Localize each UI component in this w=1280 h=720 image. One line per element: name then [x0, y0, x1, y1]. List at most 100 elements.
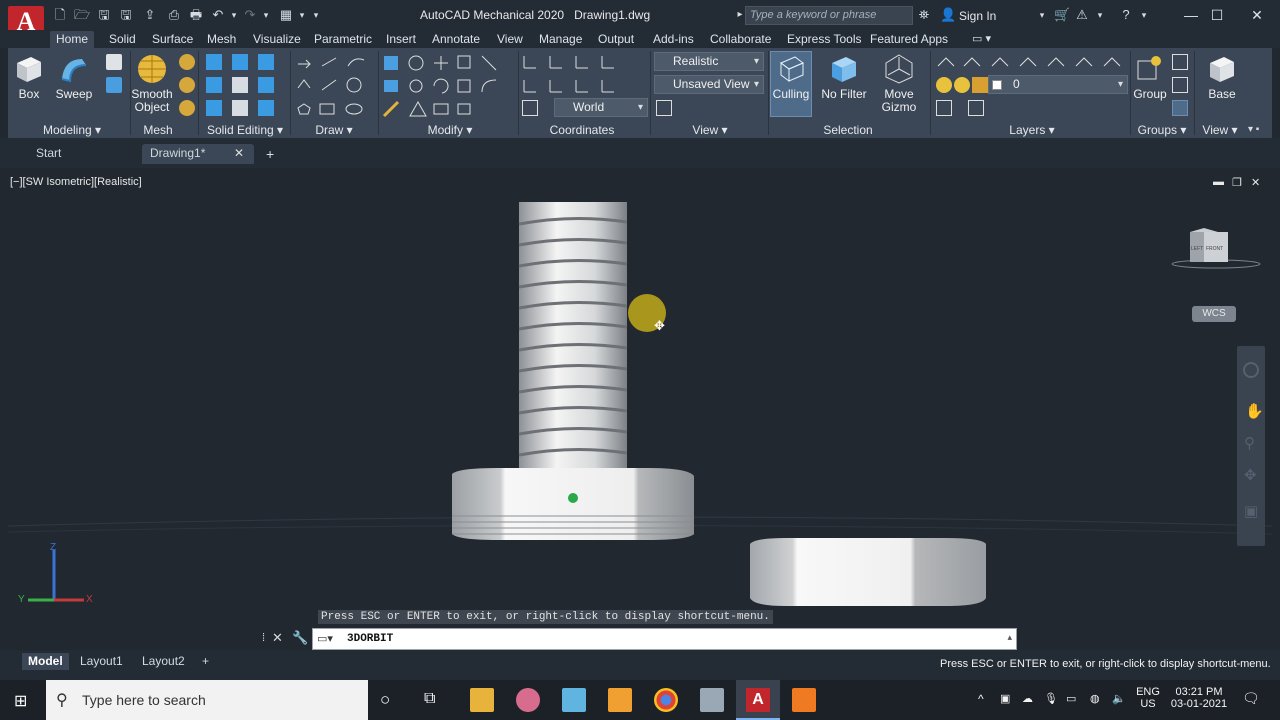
- tab-home[interactable]: Home: [50, 31, 95, 48]
- panel-selection-title[interactable]: Selection: [770, 123, 926, 137]
- save-as-icon[interactable]: 🖫: [118, 7, 134, 23]
- ucs-dropdown[interactable]: World: [554, 98, 648, 117]
- cortana-icon[interactable]: ○: [380, 690, 390, 710]
- onedrive-icon[interactable]: ☁: [1022, 692, 1033, 705]
- slice-icon[interactable]: [232, 100, 248, 116]
- file-explorer-icon[interactable]: [470, 688, 494, 712]
- extrude-icon[interactable]: [106, 54, 122, 70]
- customize-qat-icon[interactable]: ▾: [308, 7, 324, 23]
- close-command-line-icon[interactable]: ✕: [272, 630, 283, 646]
- recorder-icon[interactable]: [792, 688, 816, 712]
- tab-insert[interactable]: Insert: [380, 31, 422, 48]
- user-icon[interactable]: 👤: [940, 7, 956, 23]
- help-icon[interactable]: ?: [1118, 7, 1134, 23]
- ribbon-options-icon[interactable]: ▾ ▪: [1248, 124, 1259, 135]
- nut-model[interactable]: [746, 534, 990, 610]
- xampp-icon[interactable]: [608, 688, 632, 712]
- print-icon[interactable]: 🖶: [188, 7, 204, 23]
- tab-model[interactable]: Model: [22, 653, 69, 670]
- language-indicator[interactable]: ENG US: [1136, 686, 1160, 710]
- volume-icon[interactable]: 🔈: [1112, 692, 1126, 705]
- no-filter-button[interactable]: No Filter: [818, 53, 870, 101]
- restore-icon[interactable]: ☐: [1206, 5, 1228, 25]
- task-view-icon[interactable]: ⧉: [424, 690, 435, 708]
- open-icon[interactable]: 🗁: [74, 7, 90, 23]
- panel-layers-title[interactable]: Layers ▾: [934, 123, 1130, 137]
- customize-command-icon[interactable]: 🔧: [292, 630, 308, 646]
- draw-tools-icons[interactable]: [296, 54, 376, 118]
- new-tab-icon[interactable]: +: [266, 146, 274, 162]
- layer-tools-icons[interactable]: [936, 54, 1126, 72]
- tray-app-icon[interactable]: ▣: [1000, 692, 1010, 705]
- group-selection-icon[interactable]: [1172, 100, 1188, 116]
- drawing-viewport[interactable]: [−][SW Isometric][Realistic] ▬ ❐ ✕ ✥ LEF…: [8, 172, 1272, 650]
- lightbulb-icon[interactable]: [936, 77, 952, 93]
- save-icon[interactable]: 🖫: [96, 7, 112, 23]
- lock-icon[interactable]: [972, 77, 988, 93]
- tab-add-ins[interactable]: Add-ins: [647, 31, 700, 48]
- separate-icon[interactable]: [206, 100, 222, 116]
- a360-dropdown-icon[interactable]: ▾: [1092, 7, 1108, 23]
- taskbar-search-input[interactable]: Type here to search: [46, 680, 368, 720]
- panel-coordinates-title[interactable]: Coordinates: [522, 123, 642, 137]
- ribbon-minimize-icon[interactable]: ▭ ▾: [966, 31, 997, 48]
- subtract-icon[interactable]: [232, 54, 248, 70]
- tab-start[interactable]: Start: [28, 144, 138, 164]
- box-button[interactable]: Box: [12, 53, 46, 101]
- tab-annotate[interactable]: Annotate: [426, 31, 486, 48]
- extrude-faces-icon[interactable]: [258, 77, 274, 93]
- help-search-input[interactable]: Type a keyword or phrase: [745, 6, 913, 25]
- web-mobile-icon[interactable]: ⇪: [142, 7, 158, 23]
- panel-solid-editing-title[interactable]: Solid Editing ▾: [200, 123, 290, 137]
- mesh-smooth-more-icon[interactable]: [179, 54, 195, 70]
- tab-layout2[interactable]: Layout2: [136, 653, 191, 670]
- match-layer-icon[interactable]: [968, 100, 984, 116]
- viewport-minimize-icon[interactable]: ▬: [1213, 176, 1224, 188]
- redo-icon[interactable]: ↷: [242, 7, 258, 23]
- minimize-icon[interactable]: —: [1180, 5, 1202, 25]
- sweep-button[interactable]: Sweep: [54, 53, 94, 101]
- group-button[interactable]: Group: [1132, 53, 1168, 101]
- tab-visualize[interactable]: Visualize: [247, 31, 307, 48]
- fillet-edge-icon[interactable]: [206, 77, 222, 93]
- chrome-icon[interactable]: [654, 688, 678, 712]
- bolt-model[interactable]: [438, 196, 708, 546]
- modify-tools-icons[interactable]: [382, 54, 512, 118]
- show-hidden-icons-icon[interactable]: ^: [978, 692, 984, 706]
- app-window-icon[interactable]: [700, 688, 724, 712]
- tab-solid[interactable]: Solid: [103, 31, 142, 48]
- command-line-input[interactable]: ▭▾ 3DORBIT ▴: [312, 628, 1017, 650]
- add-layout-icon[interactable]: +: [196, 653, 215, 670]
- viewport-restore-icon[interactable]: ❐: [1232, 176, 1242, 189]
- visual-style-dropdown[interactable]: Realistic: [654, 52, 764, 71]
- panel-draw-title[interactable]: Draw ▾: [292, 123, 376, 137]
- viewport-close-icon[interactable]: ✕: [1251, 176, 1260, 189]
- close-icon[interactable]: ✕: [1246, 5, 1268, 25]
- viewcube[interactable]: LEFT FRONT: [1168, 226, 1264, 270]
- tab-output[interactable]: Output: [592, 31, 640, 48]
- wcs-menu[interactable]: WCS: [1192, 306, 1236, 322]
- sun-icon[interactable]: [954, 77, 970, 93]
- mesh-refine-icon[interactable]: [179, 100, 195, 116]
- intersect-icon[interactable]: [258, 54, 274, 70]
- ucs-icon-toggle[interactable]: [522, 100, 538, 116]
- layer-properties-icon[interactable]: [936, 100, 952, 116]
- tab-view[interactable]: View: [491, 31, 529, 48]
- shell-icon[interactable]: [258, 100, 274, 116]
- plot-icon[interactable]: ⎙: [166, 7, 182, 23]
- command-line-grip-icon[interactable]: ⁞: [262, 632, 265, 644]
- layer-dropdown[interactable]: 0: [988, 75, 1128, 94]
- microphone-icon[interactable]: 🎙: [1044, 692, 1058, 705]
- panel-view-title[interactable]: View ▾: [654, 123, 766, 137]
- panel-groups-title[interactable]: Groups ▾: [1132, 123, 1192, 137]
- presspull-icon[interactable]: [106, 77, 122, 93]
- pan-icon[interactable]: ✋: [1245, 402, 1264, 420]
- windows-start-icon[interactable]: ⊞: [14, 691, 27, 711]
- tab-mesh[interactable]: Mesh: [201, 31, 242, 48]
- move-gizmo-button[interactable]: Move Gizmo: [876, 53, 922, 114]
- panel-modeling-title[interactable]: Modeling ▾: [14, 123, 130, 137]
- smooth-object-button[interactable]: Smooth Object: [130, 53, 174, 114]
- union-icon[interactable]: [206, 54, 222, 70]
- tab-surface[interactable]: Surface: [146, 31, 199, 48]
- a360-icon[interactable]: ⚠: [1074, 7, 1090, 23]
